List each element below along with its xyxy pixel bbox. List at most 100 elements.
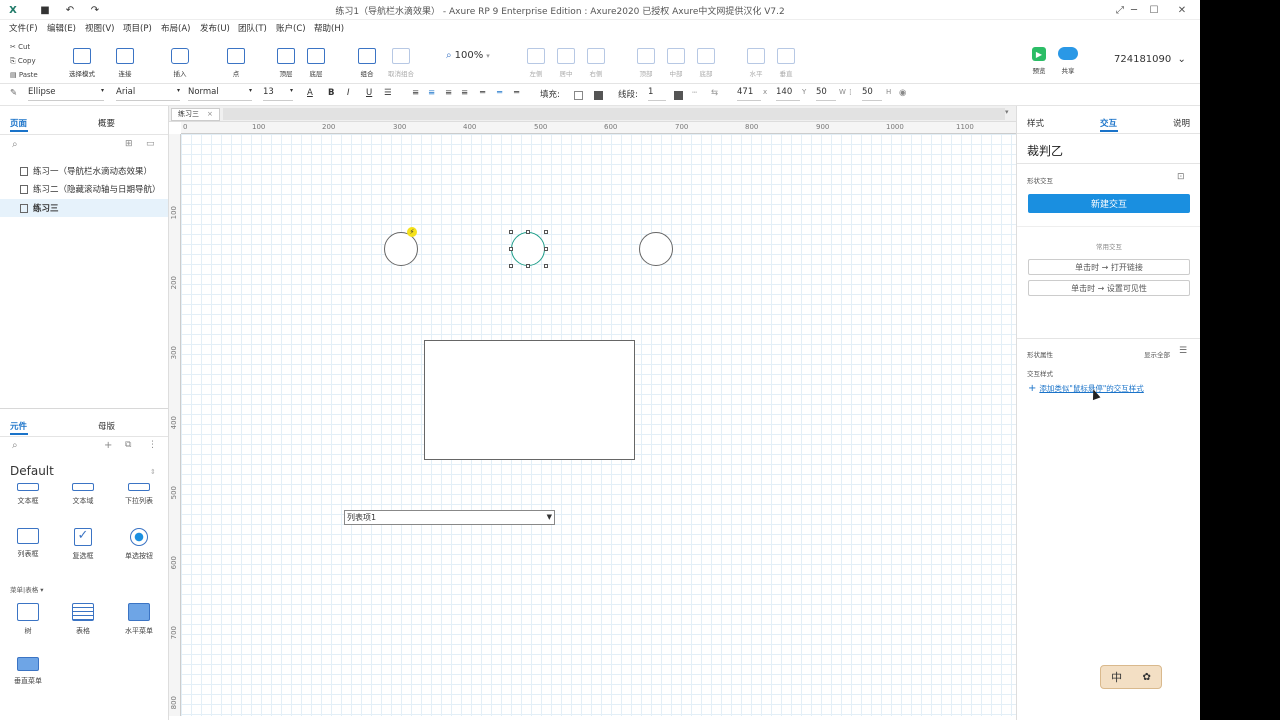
widget-text-area[interactable]: 文本域: [58, 483, 108, 506]
account-menu[interactable]: 724181090 ⌄: [1114, 54, 1186, 65]
format-painter-icon[interactable]: ✎: [10, 88, 17, 98]
cut-button[interactable]: ✂ Cut: [10, 40, 38, 54]
widget-dropdown[interactable]: 下拉列表: [114, 483, 164, 506]
new-interaction-button[interactable]: 新建交互: [1028, 194, 1190, 213]
tab-widgets[interactable]: 元件: [10, 420, 27, 432]
tab-masters[interactable]: 母版: [98, 420, 115, 432]
connect-button[interactable]: 连接: [105, 48, 145, 78]
menu-team[interactable]: 团队(T): [238, 22, 267, 34]
widget-table[interactable]: 表格: [58, 603, 108, 636]
ime-toolbar[interactable]: 中 ✿: [1100, 665, 1162, 689]
page-item-1[interactable]: 练习一（导航栏水滴动态效果）: [0, 162, 168, 180]
search-icon[interactable]: ⌕: [12, 440, 18, 451]
align-text-justify-icon[interactable]: ≡: [461, 88, 468, 98]
resize-handle[interactable]: [509, 264, 513, 268]
search-icon[interactable]: ⌕: [12, 139, 18, 150]
ellipse-judge-a[interactable]: [384, 232, 418, 266]
line-width-input[interactable]: 1: [648, 87, 666, 101]
line-color-swatch[interactable]: [674, 91, 683, 100]
insert-button[interactable]: 插入: [160, 48, 200, 78]
chevron-updown-icon[interactable]: ⇕: [150, 468, 156, 476]
close-icon[interactable]: ×: [207, 109, 213, 120]
widget-vertical-menu[interactable]: 垂直菜单: [3, 657, 53, 686]
align-bottom-button[interactable]: 底部: [686, 48, 726, 78]
tab-outline[interactable]: 概要: [98, 117, 115, 129]
zoom-select[interactable]: ⌕ 100% ▾: [446, 50, 490, 61]
menu-account[interactable]: 账户(C): [276, 22, 306, 34]
menu-publish[interactable]: 发布(U): [200, 22, 230, 34]
resize-handle[interactable]: [544, 247, 548, 251]
resize-handle[interactable]: [544, 264, 548, 268]
dropdown-list-widget[interactable]: 列表项1 ▼: [344, 510, 555, 525]
width-input[interactable]: 50: [816, 87, 836, 101]
align-text-right-icon[interactable]: ≡: [445, 88, 452, 98]
menu-view[interactable]: 视图(V): [85, 22, 114, 34]
add-library-icon[interactable]: +: [104, 440, 112, 451]
line-style-icon[interactable]: ┄: [692, 88, 697, 98]
design-canvas[interactable]: ⚡ 列表项1 ▼: [181, 134, 1016, 716]
ime-mode-label[interactable]: 中: [1111, 669, 1122, 685]
add-interaction-style-link[interactable]: + 添加类似"鼠标悬停"的交互样式: [1028, 383, 1144, 394]
lock-ratio-icon[interactable]: ⁞: [849, 88, 852, 98]
y-input[interactable]: 140: [776, 87, 800, 101]
ellipse-judge-b-selected[interactable]: [511, 232, 545, 266]
add-folder-icon[interactable]: ▭: [146, 139, 155, 149]
menu-edit[interactable]: 编辑(E): [47, 22, 76, 34]
valign-middle-icon[interactable]: ═: [497, 88, 502, 98]
paste-button[interactable]: ▤ Paste: [10, 68, 38, 82]
tab-notes[interactable]: 说明: [1173, 117, 1190, 129]
redo-icon[interactable]: ↷: [88, 3, 102, 17]
distribute-vertical-button[interactable]: 垂直: [766, 48, 806, 78]
italic-icon[interactable]: I: [347, 88, 350, 98]
resize-handle[interactable]: [526, 264, 530, 268]
library-select[interactable]: Default: [10, 464, 54, 478]
preview-button[interactable]: ▶ 预览: [1028, 47, 1050, 75]
widget-list-box[interactable]: 列表框: [3, 528, 53, 559]
menu-arrange[interactable]: 布局(A): [161, 22, 190, 34]
point-button[interactable]: 点: [216, 48, 256, 78]
x-input[interactable]: 471: [737, 87, 761, 101]
tab-style[interactable]: 样式: [1027, 117, 1044, 129]
align-text-left-icon[interactable]: ≡: [412, 88, 419, 98]
chevron-down-icon[interactable]: ▾: [1005, 108, 1009, 116]
visibility-eye-icon[interactable]: ◉: [899, 88, 906, 98]
tab-interactions[interactable]: 交互: [1100, 117, 1117, 129]
arrow-style-icon[interactable]: ⇆: [711, 88, 718, 98]
align-right-button[interactable]: 右侧: [576, 48, 616, 78]
send-back-button[interactable]: 底层: [296, 48, 336, 78]
more-icon[interactable]: ⋮: [148, 440, 157, 450]
page-item-3[interactable]: 练习三: [0, 199, 168, 217]
menu-project[interactable]: 项目(P): [123, 22, 152, 34]
library-manage-icon[interactable]: ⧉: [125, 440, 131, 450]
common-set-visibility-button[interactable]: 单击时 → 设置可见性: [1028, 280, 1190, 296]
height-input[interactable]: 50: [862, 87, 882, 101]
align-text-center-icon[interactable]: ≡: [428, 88, 435, 98]
select-mode-button[interactable]: 选择模式: [62, 48, 102, 78]
underline-icon[interactable]: U: [366, 88, 372, 98]
menu-file[interactable]: 文件(F): [9, 22, 38, 34]
widget-radio[interactable]: 单选按钮: [114, 528, 164, 561]
save-icon[interactable]: ■: [38, 3, 52, 17]
menu-help[interactable]: 帮助(H): [314, 22, 344, 34]
widget-name[interactable]: 裁判乙: [1027, 142, 1063, 159]
font-family-select[interactable]: Arial ▾: [116, 87, 180, 101]
undo-icon[interactable]: ↶: [63, 3, 77, 17]
section-menu-table[interactable]: 菜单|表格 ▾: [10, 584, 44, 594]
ungroup-button[interactable]: 取消组合: [381, 48, 421, 78]
fill-shadow-icon[interactable]: [594, 91, 603, 100]
resize-handle[interactable]: [544, 230, 548, 234]
resize-handle[interactable]: [509, 230, 513, 234]
ellipse-judge-c[interactable]: [639, 232, 673, 266]
resize-handle[interactable]: [526, 230, 530, 234]
bold-icon[interactable]: B: [328, 88, 334, 98]
resize-handle[interactable]: [509, 247, 513, 251]
fill-color-swatch[interactable]: [574, 91, 583, 100]
font-weight-select[interactable]: Normal ▾: [188, 87, 252, 101]
widget-tree[interactable]: 树: [3, 603, 53, 636]
valign-top-icon[interactable]: ═: [480, 88, 485, 98]
rectangle-box[interactable]: [424, 340, 635, 460]
widget-text-field[interactable]: 文本框: [3, 483, 53, 506]
bullet-list-icon[interactable]: ☰: [384, 88, 392, 98]
interaction-settings-icon[interactable]: ⊡: [1177, 172, 1185, 182]
minimize-icon[interactable]: ─: [1124, 3, 1144, 17]
